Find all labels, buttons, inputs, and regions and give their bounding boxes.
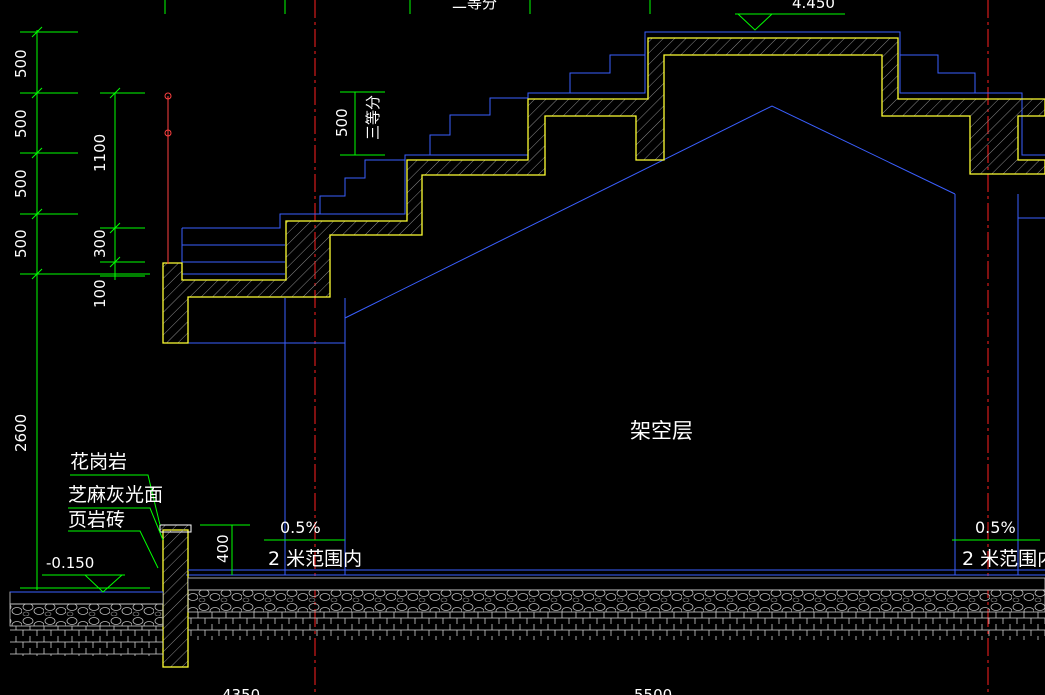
material-label-finish: 芝麻灰光面: [68, 484, 163, 506]
material-leaders: [42, 474, 1040, 593]
concrete-section: [159, 37, 1045, 668]
top-elevation-label: 4.450: [792, 0, 835, 12]
dim-left-1: 500: [12, 49, 30, 78]
granite-cap: [159, 524, 192, 533]
dim-left-5: 2600: [12, 414, 30, 452]
material-label-brick: 页岩砖: [68, 509, 125, 531]
material-label-granite: 花岗岩: [70, 451, 127, 473]
dim-left-2: 500: [12, 109, 30, 138]
elevation-left: -0.150: [46, 554, 94, 572]
dim-rail-3: 100: [91, 279, 109, 308]
dim-left-3: 500: [12, 169, 30, 198]
stepped-slab: [162, 37, 1045, 344]
curb-height: 400: [214, 534, 232, 563]
cad-section-drawing: 二等分 4.450 500 500 500 500 2600 1100 300 …: [9, 0, 1045, 695]
step-value: 500: [333, 108, 351, 137]
curb-column: [162, 529, 189, 668]
top-dimension-ticks: [164, 0, 845, 31]
railing: [164, 92, 172, 264]
slope-left-percent: 0.5%: [280, 518, 321, 537]
dim-left-4: 500: [12, 229, 30, 258]
bottom-dim-left: 4350: [222, 686, 260, 695]
dim-rail-2: 300: [91, 229, 109, 258]
step-label: 三等分: [364, 95, 382, 140]
dim-rail-1: 1100: [91, 134, 109, 172]
slope-left-range: 2 米范围内: [268, 548, 362, 570]
room-label: 架空层: [630, 419, 693, 443]
slope-right-percent: 0.5%: [975, 518, 1016, 537]
top-partial-label: 二等分: [452, 0, 497, 12]
bottom-dim-right: 5500: [634, 686, 672, 695]
slope-right-range: 2 米范围内: [962, 548, 1045, 570]
